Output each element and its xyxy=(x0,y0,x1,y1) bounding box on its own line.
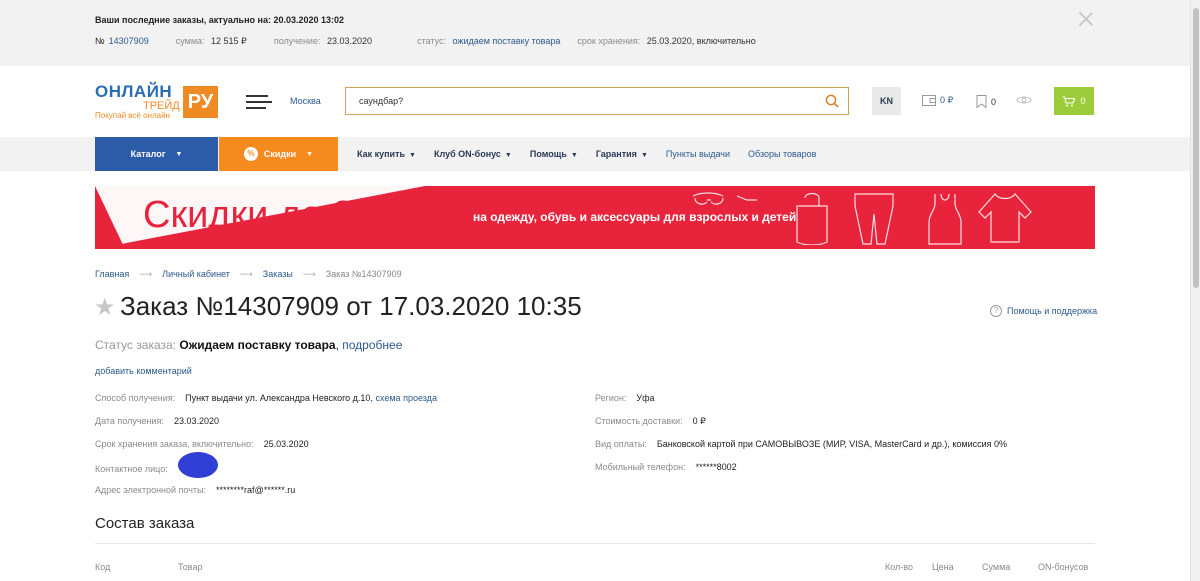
scrollbar-thumb[interactable] xyxy=(1193,8,1199,288)
wallet-button[interactable]: 0 ₽ xyxy=(922,95,953,106)
recent-orders-notice: Ваши последние заказы, актуально на: 20.… xyxy=(0,0,1190,66)
column-header-bonus: ON-бонусов xyxy=(1038,562,1089,572)
breadcrumb-home[interactable]: Главная xyxy=(95,269,129,280)
breadcrumb-orders[interactable]: Заказы xyxy=(263,269,293,280)
notice-order-link[interactable]: 14307909 xyxy=(109,36,149,46)
status-label: Статус заказа: xyxy=(95,338,177,352)
notice-sum-value: 12 515 ₽ xyxy=(211,36,247,46)
cart-count: 0 xyxy=(1080,96,1086,106)
search-input[interactable] xyxy=(346,88,816,114)
sales-label: Скидки xyxy=(263,149,297,159)
breadcrumb-current: Заказ №14307909 xyxy=(325,269,402,279)
region-field: Регион: Уфа xyxy=(595,393,655,403)
nav-item-warranty[interactable]: Гарантия ▼ xyxy=(596,149,648,159)
breadcrumb-account[interactable]: Личный кабинет xyxy=(162,269,230,280)
eye-icon xyxy=(1016,96,1032,104)
bookmark-icon xyxy=(976,95,987,108)
notice-status-label: статус: xyxy=(417,36,447,46)
notice-receive-label: получение: xyxy=(273,36,321,46)
menu-icon[interactable] xyxy=(246,95,272,109)
chevron-down-icon: ▼ xyxy=(570,152,578,159)
catalog-label: Каталог xyxy=(130,149,166,159)
add-comment-link[interactable]: добавить комментарий xyxy=(95,366,192,376)
arrow-right-icon: ⟶ xyxy=(302,269,316,279)
nav-item-on-bonus[interactable]: Клуб ON-бонус ▼ xyxy=(434,149,512,159)
delivery-method-value: Пункт выдачи ул. Александра Невского д.1… xyxy=(185,393,373,403)
nav-item-reviews[interactable]: Обзоры товаров xyxy=(748,149,816,159)
delivery-method-field: Способ получения: Пункт выдачи ул. Алекса… xyxy=(95,393,437,403)
route-map-link[interactable]: схема проезда xyxy=(375,393,436,403)
logo-slogan: Покупай всё онлайн xyxy=(95,111,170,120)
sale-banner[interactable]: Скидки до 88% на одежду, обувь и аксессу… xyxy=(95,186,1095,249)
payment-type-field: Вид оплаты: Банковской картой при САМОВЫВ… xyxy=(595,439,1008,449)
notice-title: Ваши последние заказы, актуально на: 20.… xyxy=(95,15,345,25)
city-selector[interactable]: Москва xyxy=(290,96,321,106)
notice-storage-value: 25.03.2020, включительно xyxy=(646,36,756,46)
chevron-down-icon: ▼ xyxy=(504,152,512,159)
question-icon: ? xyxy=(990,305,1002,317)
nav-links: Как купить ▼ Клуб ON-бонус ▼ Помощь ▼ Гаран… xyxy=(357,137,816,171)
close-icon[interactable] xyxy=(1078,11,1094,27)
nav-item-help[interactable]: Помощь ▼ xyxy=(530,149,578,159)
status-more-link[interactable]: подробнее xyxy=(342,338,402,352)
divider xyxy=(95,543,1095,544)
email-field: Адрес электронной почты: ********raf@****… xyxy=(95,485,296,495)
site-logo[interactable]: ОНЛАЙН ТРЕЙД РУ Покупай всё онлайн xyxy=(95,82,219,122)
mobile-phone-field: Мобильный телефон: ******8002 xyxy=(595,462,737,472)
banner-percent: 88% xyxy=(332,194,409,236)
sales-button[interactable]: % Скидки ▼ xyxy=(219,137,338,171)
cart-button[interactable]: 0 xyxy=(1054,87,1094,115)
bookmarks-count: 0 xyxy=(991,96,997,107)
column-header-product: Товар xyxy=(178,562,203,572)
redacted-scribble xyxy=(177,452,218,478)
clothing-illustration xyxy=(692,192,1032,245)
notice-sum-label: сумма: xyxy=(175,36,205,46)
page-scrollbar[interactable] xyxy=(1190,0,1200,581)
column-header-price: Цена xyxy=(932,562,954,572)
search-box xyxy=(345,87,849,115)
arrow-right-icon: ⟶ xyxy=(139,269,153,279)
nav-item-how-to-buy[interactable]: Как купить ▼ xyxy=(357,149,416,159)
chevron-down-icon: ▼ xyxy=(175,150,183,158)
notice-status-value[interactable]: ожидаем поставку товара xyxy=(453,36,561,46)
notice-storage-label: срок хранения: xyxy=(577,36,641,46)
star-icon[interactable]: ★ xyxy=(94,293,116,322)
wallet-value: 0 ₽ xyxy=(940,95,954,105)
cart-icon xyxy=(1062,95,1076,106)
viewed-items-button[interactable] xyxy=(1016,95,1032,105)
page-title: Заказ №14307909 от 17.03.2020 10:35 xyxy=(120,291,582,321)
column-header-quantity: Кол-во xyxy=(885,562,913,572)
delivery-cost-field: Стоимость доставки: 0 ₽ xyxy=(595,416,706,426)
storage-period-field: Срок хранения заказа, включительно: 25.03… xyxy=(95,439,309,449)
wallet-icon xyxy=(922,95,936,106)
logo-ru-badge: РУ xyxy=(183,86,218,118)
contact-person-field: Контактное лицо: xyxy=(95,452,218,478)
help-support-link[interactable]: ? Помощь и поддержка xyxy=(990,305,1097,317)
user-account-button[interactable]: KN xyxy=(872,87,901,115)
catalog-button[interactable]: Каталог ▼ xyxy=(95,137,218,171)
status-value: Ожидаем поставку товара xyxy=(179,338,336,352)
order-composition-title: Состав заказа xyxy=(95,515,195,532)
percent-icon: % xyxy=(243,147,258,161)
main-nav: Каталог ▼ % Скидки ▼ Как купить ▼ Клуб ON-б… xyxy=(0,137,1190,171)
search-icon[interactable] xyxy=(825,94,839,108)
breadcrumb: Главная ⟶ Личный кабинет ⟶ Заказы ⟶ Зака… xyxy=(95,269,402,280)
notice-receive-value: 23.03.2020 xyxy=(326,36,373,46)
chevron-down-icon: ▼ xyxy=(306,150,314,158)
logo-text-line1: ОНЛАЙН xyxy=(95,82,173,101)
chevron-down-icon: ▼ xyxy=(640,152,648,159)
order-status: Статус заказа: Ожидаем поставку товара, … xyxy=(95,338,403,352)
banner-headline: Скидки до 88% xyxy=(143,194,409,236)
receive-date-field: Дата получения: 23.03.2020 xyxy=(95,416,219,426)
notice-order-prefix: № xyxy=(95,36,105,46)
help-support-label: Помощь и поддержка xyxy=(1007,306,1098,316)
column-header-code: Код xyxy=(95,562,111,572)
chevron-down-icon: ▼ xyxy=(409,152,416,159)
column-header-sum: Сумма xyxy=(982,562,1011,572)
arrow-right-icon: ⟶ xyxy=(239,269,253,279)
nav-item-pickup-points[interactable]: Пункты выдачи xyxy=(666,149,730,159)
notice-order-row: № 14307909 сумма: 12 515 ₽ получение: 23.… xyxy=(95,36,760,47)
bookmarks-button[interactable]: 0 xyxy=(976,95,996,108)
